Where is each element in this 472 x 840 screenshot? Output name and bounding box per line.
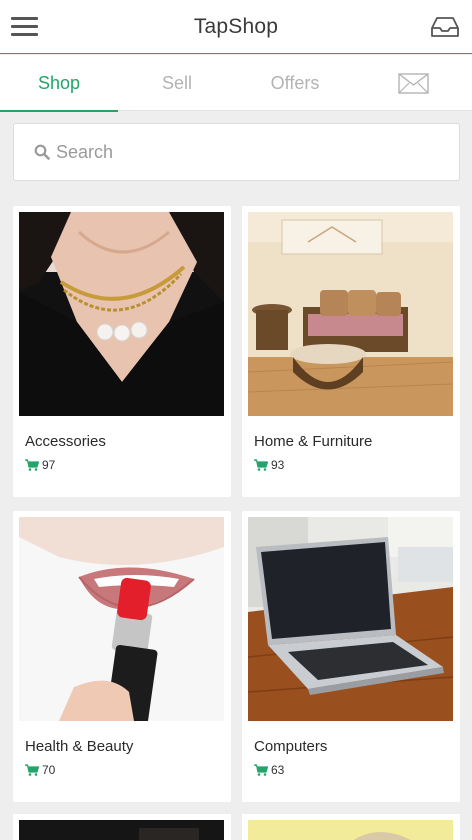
item-count: 93 [254, 458, 284, 472]
category-name: Computers [254, 738, 328, 755]
cart-icon [254, 764, 268, 776]
home-furniture-photo [248, 212, 453, 416]
category-card-partial-left[interactable] [13, 814, 231, 840]
category-card-home-furniture[interactable]: Home & Furniture 93 [242, 206, 460, 497]
item-count-value: 63 [271, 763, 285, 777]
category-card-accessories[interactable]: Accessories 97 [13, 206, 231, 497]
partial-photo [19, 820, 224, 840]
category-name: Accessories [25, 433, 106, 450]
partial-photo [248, 820, 453, 840]
accessories-photo [19, 212, 224, 416]
cart-icon [25, 764, 39, 776]
tab-bar: Shop Sell Offers [0, 55, 472, 112]
envelope-icon [397, 72, 429, 94]
item-count: 70 [25, 763, 55, 777]
health-beauty-photo [19, 517, 224, 721]
category-card-health-beauty[interactable]: Health & Beauty 70 [13, 511, 231, 802]
app-header: TapShop [0, 0, 472, 54]
category-name: Health & Beauty [25, 738, 134, 755]
item-count: 63 [254, 763, 284, 777]
inbox-tray-icon[interactable] [430, 15, 460, 39]
category-card-partial-right[interactable] [242, 814, 460, 840]
category-card-computers[interactable]: Computers 63 [242, 511, 460, 802]
item-count-value: 70 [42, 763, 56, 777]
item-count: 97 [25, 458, 55, 472]
search-icon [34, 144, 50, 160]
item-count-value: 97 [42, 458, 56, 472]
tab-sell[interactable]: Sell [118, 55, 236, 111]
app-title: TapShop [193, 15, 279, 38]
search-box[interactable] [13, 123, 460, 181]
cart-icon [25, 459, 39, 471]
tab-messages[interactable] [354, 55, 472, 111]
computers-photo [248, 517, 453, 721]
tab-offers[interactable]: Offers [236, 55, 354, 111]
search-input[interactable] [56, 141, 416, 163]
category-name: Home & Furniture [254, 433, 373, 450]
tab-shop[interactable]: Shop [0, 55, 118, 112]
item-count-value: 93 [271, 458, 285, 472]
cart-icon [254, 459, 268, 471]
